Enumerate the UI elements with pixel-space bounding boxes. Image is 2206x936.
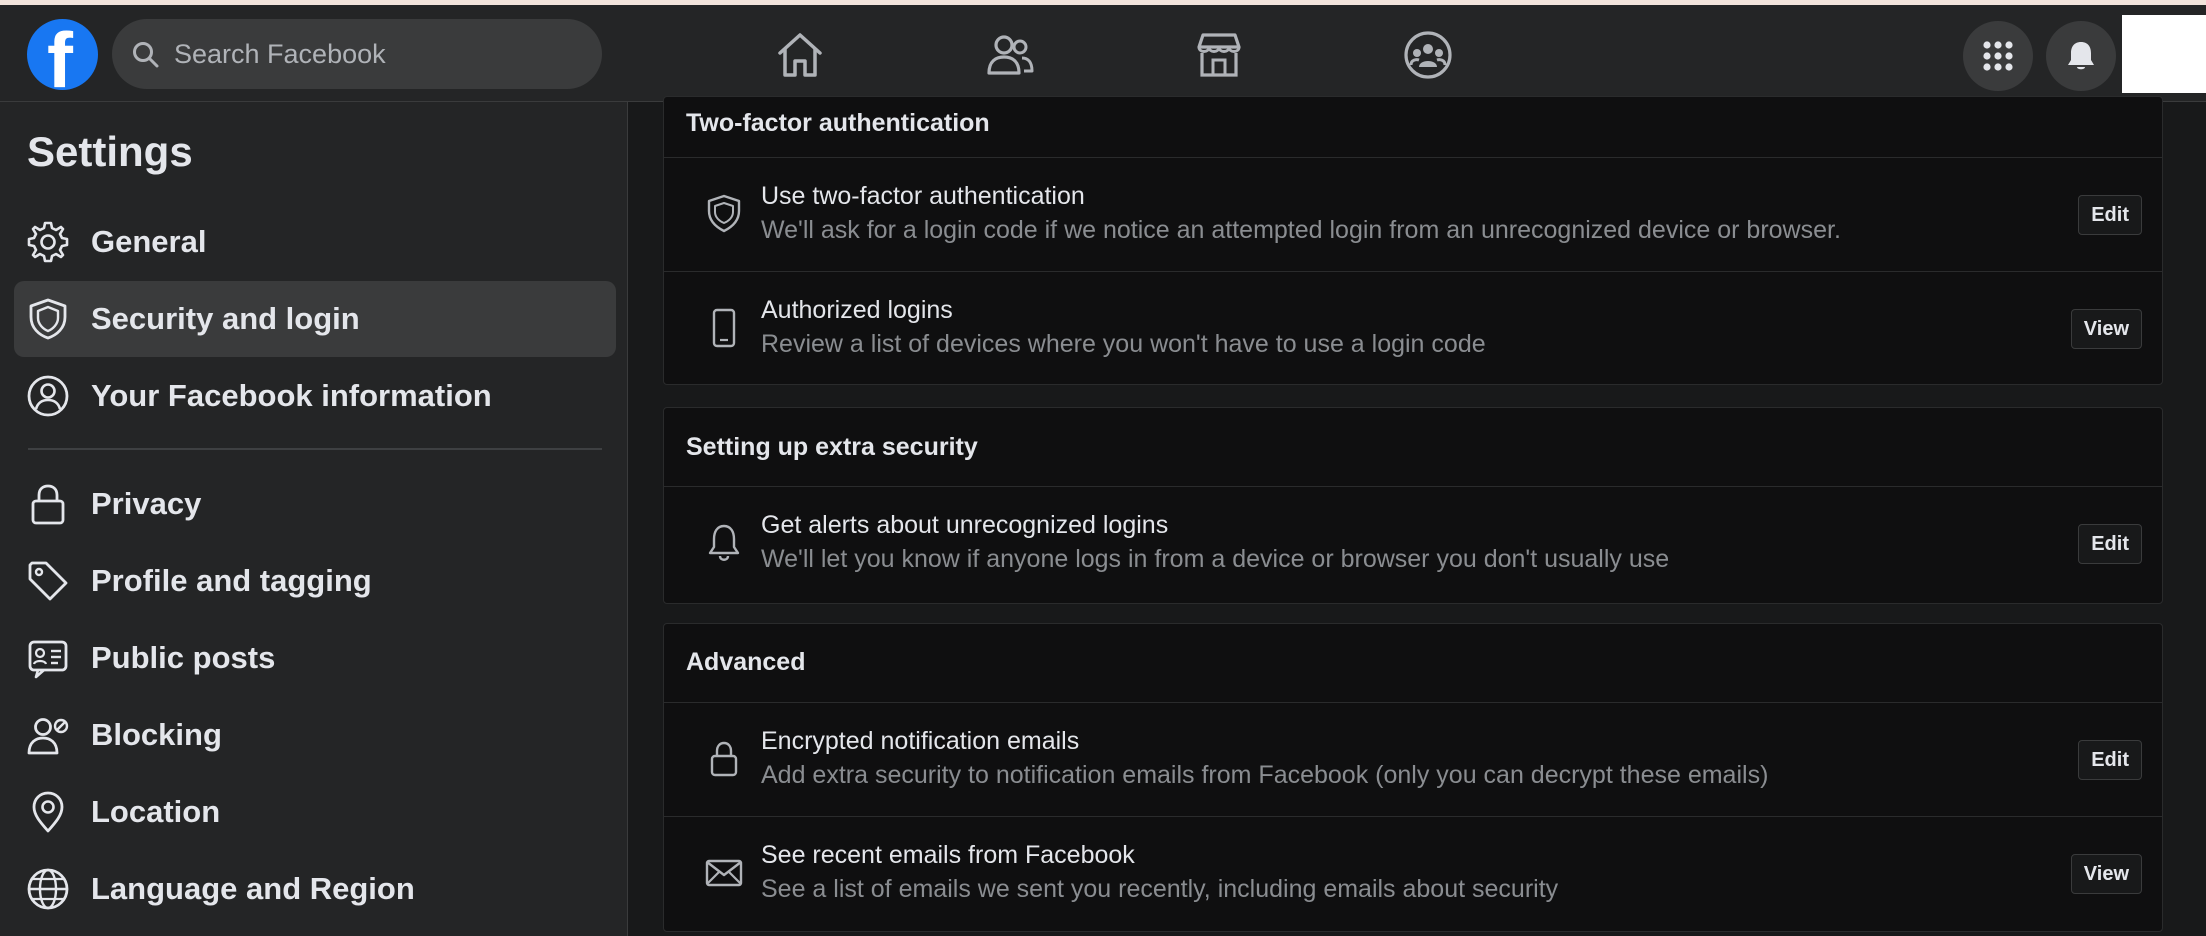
marketplace-icon[interactable] [1193,29,1245,81]
top-navigation-bar: f [0,5,2206,102]
row-title: Authorized logins [761,296,953,324]
lock-icon [710,741,738,777]
sidebar-divider [28,448,602,450]
search-box[interactable] [112,19,602,89]
sidebar-item-label: Security and login [91,301,360,336]
section-two-factor-authentication: Two-factor authentication Use two-factor… [663,96,2163,385]
section-title: Setting up extra security [686,433,978,461]
section-title: Two-factor authentication [686,109,990,137]
setting-row-authorized-logins[interactable]: Authorized logins Review a list of devic… [664,271,2162,385]
row-title: Encrypted notification emails [761,727,1080,755]
notifications-bell-icon[interactable] [2046,21,2116,91]
setting-row-get-alerts-about-unrecognized-logins[interactable]: Get alerts about unrecognized logins We'… [664,486,2162,600]
setting-row-encrypted-notification-emails[interactable]: Encrypted notification emails Add extra … [664,702,2162,816]
sidebar-item-label: Your Facebook information [91,378,492,413]
row-description: See a list of emails we sent you recentl… [761,875,1559,903]
row-description: We'll ask for a login code if we notice … [761,216,1841,244]
search-input[interactable] [174,19,574,89]
setting-row-see-recent-emails-from-facebook[interactable]: See recent emails from Facebook See a li… [664,816,2162,930]
sidebar-item-label: General [91,224,207,259]
globe-icon [27,868,69,910]
menu-grid-icon[interactable] [1963,21,2033,91]
edit-button[interactable]: Edit [2078,524,2142,564]
sidebar-item-your-facebook-information[interactable]: Your Facebook information [14,358,616,434]
sidebar-item-location[interactable]: Location [14,774,616,850]
shield-icon [29,298,67,340]
sidebar-item-label: Blocking [91,717,222,752]
security-settings-content: Two-factor authentication Use two-factor… [629,96,2206,936]
groups-icon[interactable] [1402,29,1454,81]
account-avatar[interactable] [2122,15,2206,93]
gear-icon [27,221,69,263]
setting-row-use-two-factor-authentication[interactable]: Use two-factor authentication We'll ask … [664,157,2162,271]
search-icon [133,42,159,68]
row-description: We'll let you know if anyone logs in fro… [761,545,1670,573]
edit-button[interactable]: Edit [2078,740,2142,780]
tag-icon [28,561,68,601]
sidebar-item-label: Location [91,794,221,829]
public-posts-icon [28,640,68,679]
sidebar-item-general[interactable]: General [14,204,616,280]
sidebar-item-public-posts[interactable]: Public posts [14,620,616,696]
row-title: See recent emails from Facebook [761,841,1135,869]
sidebar-item-language-and-region[interactable]: Language and Region [14,851,616,927]
row-description: Add extra security to notification email… [761,761,1769,789]
sidebar-item-blocking[interactable]: Blocking [14,697,616,773]
edit-button[interactable]: Edit [2078,195,2142,235]
user-circle-icon [27,375,69,417]
sidebar-item-privacy[interactable]: Privacy [14,466,616,542]
row-title: Use two-factor authentication [761,182,1085,210]
view-button[interactable]: View [2070,309,2142,349]
view-button[interactable]: View [2070,854,2142,894]
envelope-icon [705,859,743,887]
section-title: Advanced [686,648,806,676]
row-title: Get alerts about unrecognized logins [761,511,1169,539]
home-icon[interactable] [774,29,826,81]
section-setting-up-extra-security: Setting up extra security Get alerts abo… [663,407,2163,604]
shield-icon [707,194,741,233]
sidebar-item-label: Profile and tagging [91,563,372,598]
sidebar-title: Settings [27,128,193,175]
lock-icon [31,484,65,525]
friends-icon[interactable] [984,29,1036,81]
section-advanced: Advanced Encrypted notification emails A… [663,623,2163,932]
settings-sidebar: Settings General Security and login Your… [0,102,628,936]
sidebar-item-security-and-login[interactable]: Security and login [14,281,616,357]
block-user-icon [27,718,69,755]
sidebar-item-label: Public posts [91,640,276,675]
facebook-logo[interactable]: f [27,19,98,90]
sidebar-item-label: Language and Region [91,871,415,906]
row-description: Review a list of devices where you won't… [761,330,1486,358]
bell-icon [708,524,740,561]
sidebar-item-label: Privacy [91,486,202,521]
location-pin-icon [32,791,64,833]
phone-icon [712,308,736,348]
sidebar-item-profile-and-tagging[interactable]: Profile and tagging [14,543,616,619]
